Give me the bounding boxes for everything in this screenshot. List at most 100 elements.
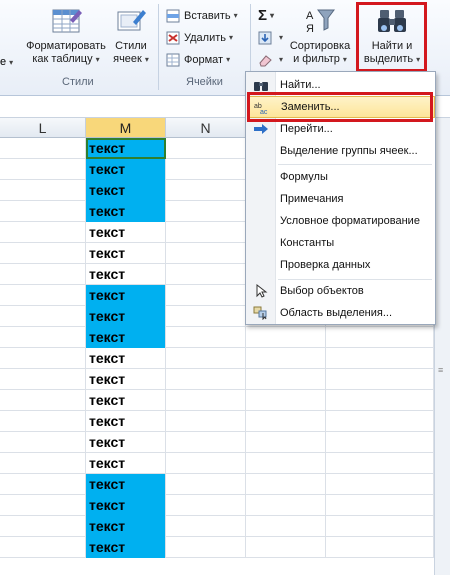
cell-m[interactable]: текст [86,411,166,432]
cell-n[interactable] [166,369,246,390]
cell-l[interactable] [0,243,86,264]
cell-n[interactable] [166,306,246,327]
cell-n[interactable] [166,411,246,432]
cell-l[interactable] [0,537,86,558]
cell-o[interactable] [246,369,326,390]
cell-n[interactable] [166,516,246,537]
cell-l[interactable] [0,390,86,411]
fill-button[interactable]: ▾ [258,28,283,48]
cell-o[interactable] [246,327,326,348]
cell-n[interactable] [166,180,246,201]
format-button[interactable]: Формат ▾ [166,50,230,70]
cell-m[interactable]: текст [86,327,166,348]
menu-item-select-objects[interactable]: Выбор объектов [247,280,435,302]
cell-o[interactable] [246,537,326,558]
cell-l[interactable] [0,432,86,453]
cell-m[interactable]: текст [86,537,166,558]
cell-l[interactable] [0,201,86,222]
cell-n[interactable] [166,348,246,369]
cell-m[interactable]: текст [86,516,166,537]
cell-l[interactable] [0,327,86,348]
cell-m[interactable]: текст [86,222,166,243]
cell-m[interactable]: текст [86,453,166,474]
cell-p[interactable] [326,369,434,390]
cell-p[interactable] [326,537,434,558]
sort-filter-button[interactable]: А Я Сортировка и фильтр ▾ [285,6,355,66]
menu-item-data-validation[interactable]: Проверка данных [247,254,435,276]
vertical-scrollbar[interactable]: ≡ [434,118,450,575]
cell-l[interactable] [0,474,86,495]
cell-n[interactable] [166,432,246,453]
cell-m[interactable]: текст [86,474,166,495]
cell-n[interactable] [166,390,246,411]
cell-l[interactable] [0,180,86,201]
cell-o[interactable] [246,453,326,474]
cell-m[interactable]: текст [86,180,166,201]
cell-p[interactable] [326,474,434,495]
cell-o[interactable] [246,348,326,369]
cell-n[interactable] [166,474,246,495]
cell-m[interactable]: текст [86,264,166,285]
cell-l[interactable] [0,159,86,180]
cell-n[interactable] [166,159,246,180]
cell-p[interactable] [326,453,434,474]
cell-l[interactable] [0,411,86,432]
cell-p[interactable] [326,516,434,537]
cell-n[interactable] [166,327,246,348]
autosum-button[interactable]: Σ ▾ [258,6,274,26]
cell-l[interactable] [0,495,86,516]
column-header-l[interactable]: L [0,118,86,138]
cell-l[interactable] [0,369,86,390]
cell-m[interactable]: текст [86,495,166,516]
cell-l[interactable] [0,138,86,159]
menu-item-constants[interactable]: Константы [247,232,435,254]
cell-m[interactable]: текст [86,390,166,411]
cell-m[interactable]: текст [86,306,166,327]
cell-m[interactable]: текст [86,159,166,180]
column-header-n[interactable]: N [166,118,246,138]
cell-m[interactable]: текст [86,369,166,390]
cell-p[interactable] [326,432,434,453]
cell-o[interactable] [246,390,326,411]
menu-item-goto-special[interactable]: Выделение группы ячеек... [247,140,435,162]
cell-l[interactable] [0,348,86,369]
menu-item-selection-pane[interactable]: Область выделения... [247,302,435,324]
insert-button[interactable]: Вставить ▾ [166,6,238,26]
cell-styles-button[interactable]: Стили ячеек ▾ [108,6,154,66]
cell-o[interactable] [246,432,326,453]
cell-o[interactable] [246,495,326,516]
cell-m[interactable]: текст [86,348,166,369]
cell-p[interactable] [326,411,434,432]
cell-n[interactable] [166,495,246,516]
menu-item-comments[interactable]: Примечания [247,188,435,210]
cell-n[interactable] [166,222,246,243]
cell-p[interactable] [326,495,434,516]
cell-l[interactable] [0,264,86,285]
cell-l[interactable] [0,222,86,243]
cell-l[interactable] [0,306,86,327]
cell-p[interactable] [326,348,434,369]
cell-n[interactable] [166,138,246,159]
format-as-table-button[interactable]: Форматировать как таблицу ▾ [20,6,112,66]
cell-n[interactable] [166,453,246,474]
cell-n[interactable] [166,537,246,558]
cell-m[interactable]: текст [86,285,166,306]
cell-n[interactable] [166,201,246,222]
cell-l[interactable] [0,516,86,537]
cell-o[interactable] [246,474,326,495]
clear-button[interactable]: ▾ [258,50,283,70]
cell-m[interactable]: текст [86,201,166,222]
column-header-m[interactable]: M [86,118,166,138]
cell-l[interactable] [0,453,86,474]
cell-n[interactable] [166,285,246,306]
cell-l[interactable] [0,285,86,306]
cell-n[interactable] [166,243,246,264]
cell-m[interactable]: текст [86,432,166,453]
cell-o[interactable] [246,411,326,432]
cell-o[interactable] [246,516,326,537]
menu-item-conditional-formatting[interactable]: Условное форматирование [247,210,435,232]
cell-m[interactable]: текст [86,243,166,264]
delete-button[interactable]: Удалить ▾ [166,28,233,48]
scroll-grip-icon[interactable]: ≡ [438,366,447,375]
cell-p[interactable] [326,390,434,411]
